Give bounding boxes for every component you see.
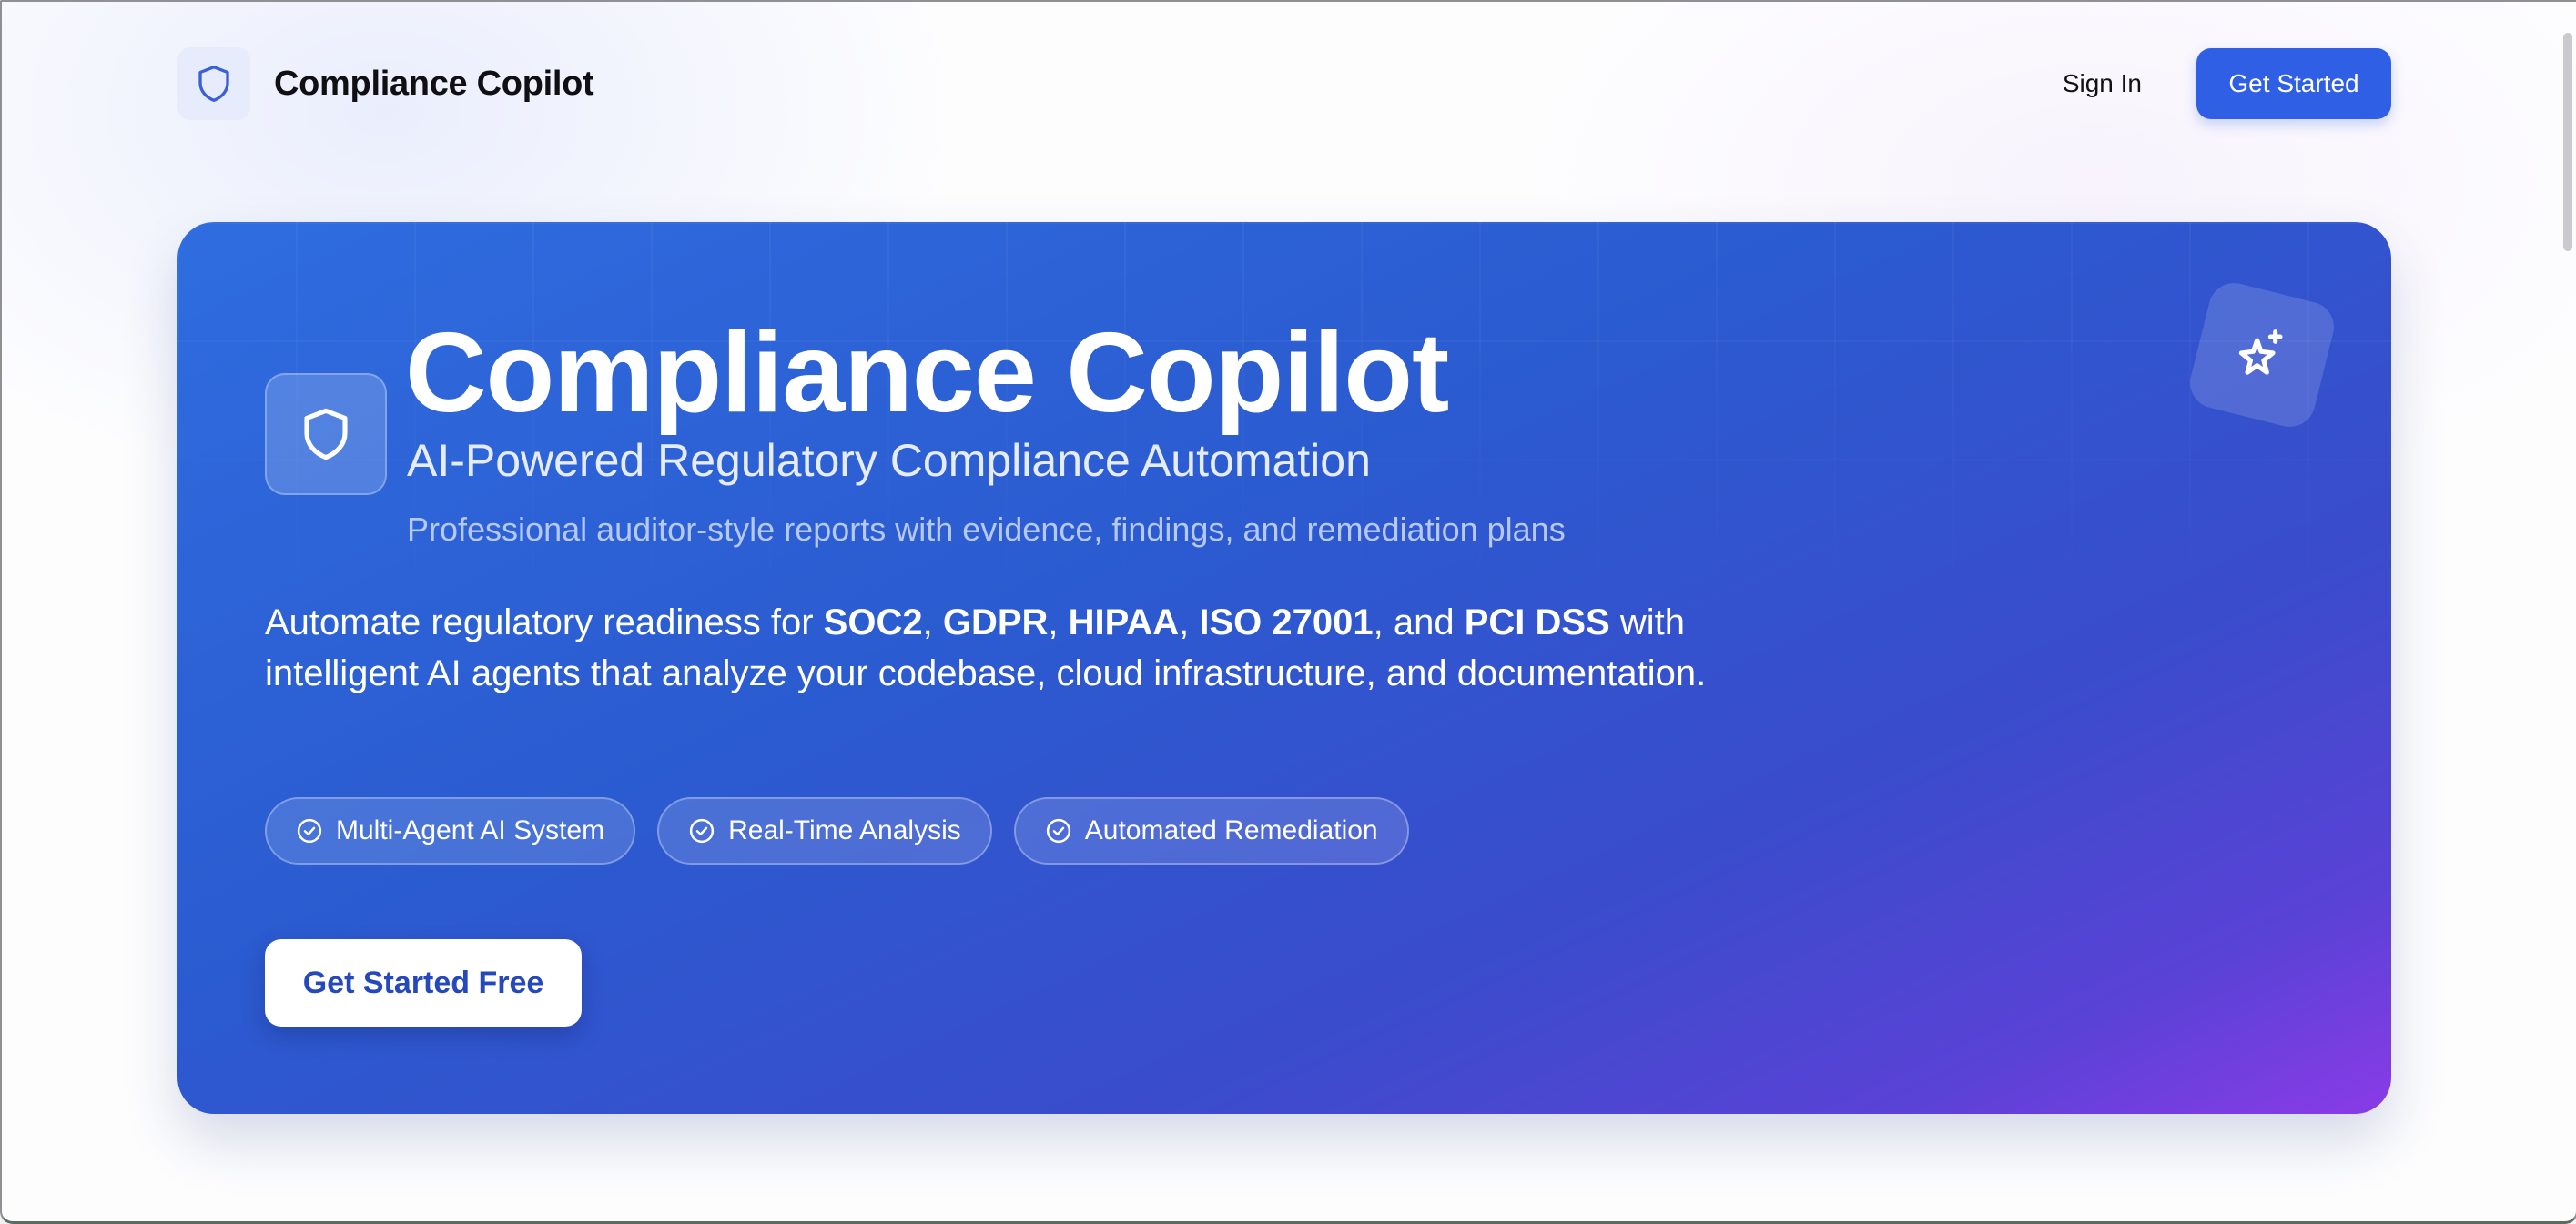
check-circle-icon <box>1046 818 1070 844</box>
separator: , <box>1048 602 1069 642</box>
description-prefix: Automate regulatory readiness for <box>265 602 824 642</box>
hero-subtitle: AI-Powered Regulatory Compliance Automat… <box>407 435 1371 486</box>
feature-badge: Multi-Agent AI System <box>265 797 636 865</box>
conjunction: , and <box>1373 602 1465 642</box>
site-header: Compliance Copilot Sign In Get Started <box>177 47 2391 120</box>
framework-soc2: SOC2 <box>823 602 923 642</box>
header-nav: Sign In Get Started <box>2063 47 2391 120</box>
framework-iso27001: ISO 27001 <box>1199 602 1374 642</box>
feature-badges: Multi-Agent AI System Real-Time Analysis… <box>265 797 1431 865</box>
brand-name: Compliance Copilot <box>274 64 594 103</box>
feature-badge-label: Automated Remediation <box>1084 815 1378 845</box>
brand[interactable]: Compliance Copilot <box>177 47 594 120</box>
scrollbar[interactable] <box>2563 33 2572 251</box>
feature-badge: Automated Remediation <box>1013 797 1409 865</box>
separator: , <box>922 602 943 642</box>
hero-card: Compliance Copilot AI-Powered Regulatory… <box>177 222 2391 1114</box>
hero-title: Compliance Copilot <box>405 310 1449 436</box>
shield-icon <box>265 373 387 495</box>
browser-window: Compliance Copilot Sign In Get Started C… <box>0 0 2576 1224</box>
check-circle-icon <box>297 818 322 844</box>
separator: , <box>1179 602 1200 642</box>
get-started-free-button[interactable]: Get Started Free <box>265 939 582 1027</box>
framework-gdpr: GDPR <box>942 602 1049 642</box>
get-started-button[interactable]: Get Started <box>2196 48 2391 119</box>
feature-badge-label: Multi-Agent AI System <box>336 815 605 845</box>
hero-tagline: Professional auditor-style reports with … <box>407 511 1566 548</box>
shield-icon <box>177 47 250 120</box>
check-circle-icon <box>689 818 715 844</box>
feature-badge-label: Real-Time Analysis <box>728 815 961 845</box>
hero-description: Automate regulatory readiness for SOC2 , … <box>265 597 1812 699</box>
feature-badge: Real-Time Analysis <box>657 797 992 865</box>
framework-pcidss: PCI DSS <box>1464 602 1610 642</box>
sign-in-link[interactable]: Sign In <box>2063 69 2142 98</box>
framework-hipaa: HIPAA <box>1068 602 1180 642</box>
